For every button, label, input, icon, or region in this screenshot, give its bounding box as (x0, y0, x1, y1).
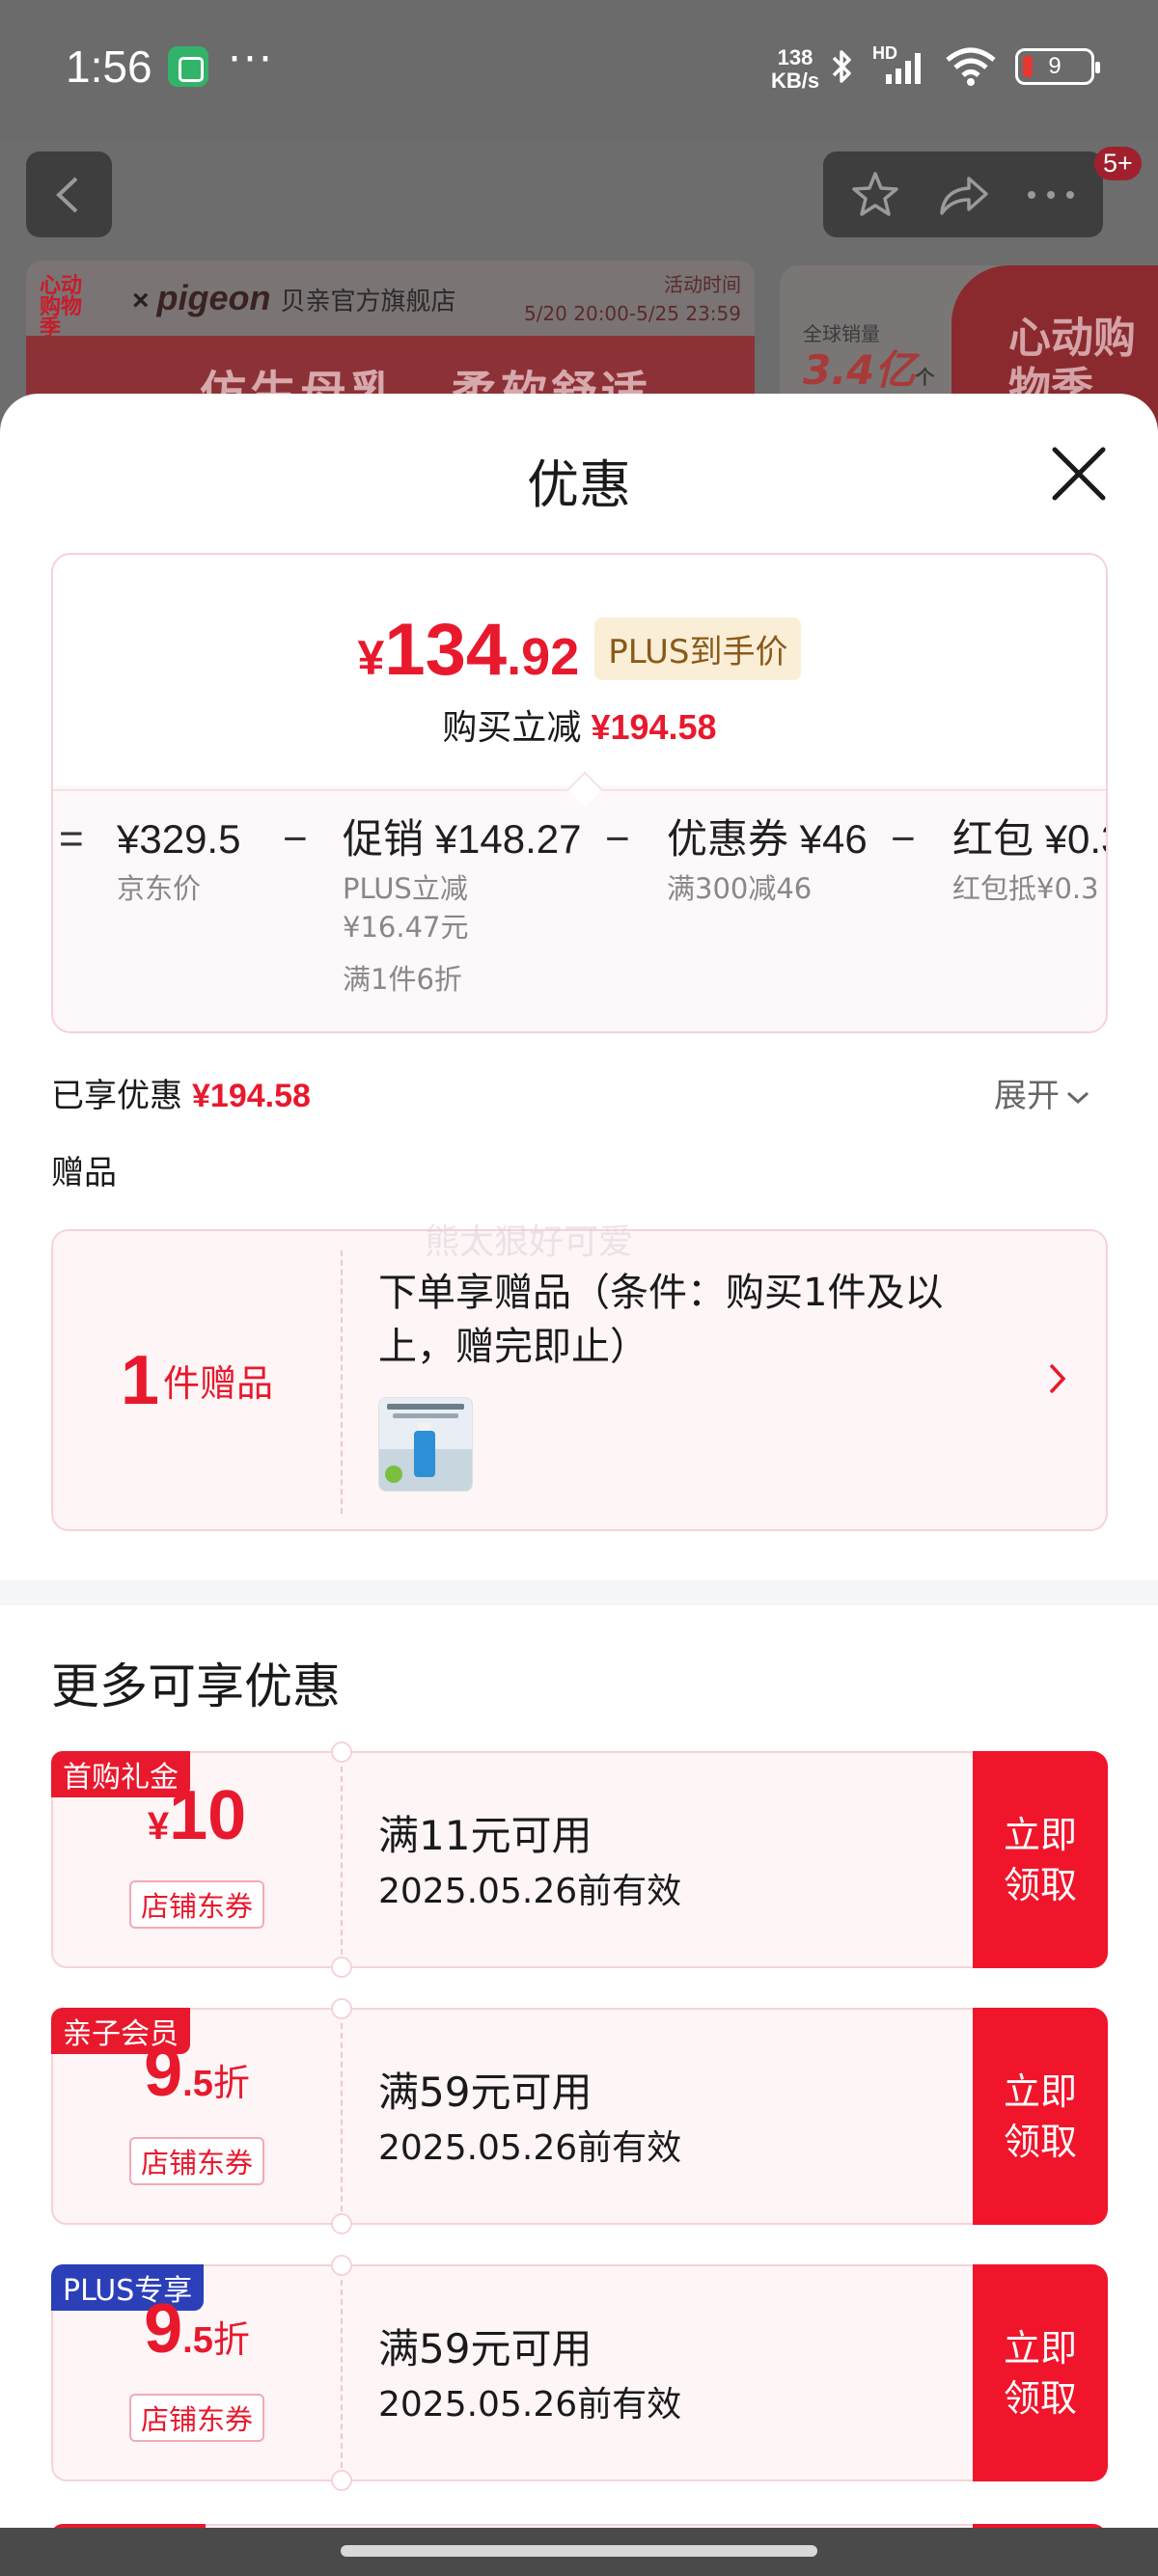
more-discounts-heading: 更多可享优惠 (51, 1658, 341, 1714)
top-actions (823, 151, 1103, 237)
status-icons: HD 9 (830, 42, 1100, 91)
chevron-down-icon (1066, 1091, 1089, 1104)
breakdown-item-coupon: 优惠券 ¥46 满300减46 (667, 816, 868, 905)
claim-coupon-button[interactable]: 立即领取 (973, 2264, 1108, 2481)
cart-badge: 5+ (1094, 147, 1142, 180)
gift-description: 下单享赠品（条件：购买1件及以上，赠完即止） (378, 1271, 944, 1369)
product-page-background: 5+ 心动购物季 × pigeon 贝亲官方旗舰店 活动时间 5/20 20:00… (0, 140, 1158, 458)
gifts-heading: 赠品 (51, 1154, 117, 1192)
enjoyed-discount: 已享优惠 ¥194.58 (51, 1077, 311, 1115)
instant-discount: 购买立减 ¥194.58 (442, 707, 717, 748)
final-price: ¥ 134 .92 PLUS到手价 (53, 608, 1106, 692)
coupon-value: 9.5折 店铺东券 (53, 2033, 341, 2185)
status-bar: 1:56 ··· 138 KB/s HD 9 (0, 0, 1158, 140)
expand-button[interactable]: 展开 (994, 1069, 1090, 1116)
close-icon (1052, 447, 1106, 501)
gift-card[interactable]: 1 件赠品 下单享赠品（条件：购买1件及以上，赠完即止） (51, 1229, 1108, 1531)
chevron-right-icon (1049, 1363, 1066, 1394)
coupon-value: ¥10 店铺东券 (53, 1776, 341, 1929)
coupon-expiry: 2025.05.26前有效 (378, 1872, 682, 1911)
coupon-type-badge: 店铺东券 (128, 2137, 264, 2185)
coupon-type-badge: 店铺东券 (128, 2394, 264, 2442)
minus-sign: − (283, 815, 308, 863)
breakdown-item-red-packet: 红包 ¥0.3 红包抵¥0.3 (952, 816, 1108, 905)
coupon-condition: 满11元可用 (378, 1812, 593, 1859)
claim-coupon-button[interactable]: 立即领取 (973, 2008, 1108, 2225)
coupon-type-badge: 店铺东券 (128, 1880, 264, 1929)
watermark: 熊太狠好可爱 (425, 1222, 634, 1262)
back-button[interactable] (26, 151, 112, 237)
sheet-title: 优惠 (527, 454, 631, 515)
share-icon[interactable] (934, 171, 992, 219)
app-notification-icon (168, 46, 208, 87)
price-breakdown[interactable]: = ¥329.5 京东价 − 促销 ¥148.27 PLUS立减 ¥16.47元… (53, 815, 1108, 1028)
coupon-card: 首购礼金 ¥10 店铺东券 满11元可用 2025.05.26前有效 立即领取 (51, 1741, 1108, 1978)
more-notifications-icon: ··· (228, 35, 274, 84)
plus-price-tag: PLUS到手价 (594, 617, 802, 680)
network-speed: 138 KB/s (770, 45, 820, 93)
breakdown-item-promotion: 促销 ¥148.27 PLUS立减 ¥16.47元 满1件6折 (343, 816, 582, 996)
price-card: ¥ 134 .92 PLUS到手价 购买立减 ¥194.58 = ¥329.5 京… (51, 553, 1108, 1033)
chevron-left-icon (56, 177, 78, 213)
minus-sign: − (605, 815, 630, 863)
coupon-expiry: 2025.05.26前有效 (378, 2128, 682, 2168)
close-button[interactable] (1047, 442, 1111, 506)
home-indicator[interactable] (341, 2545, 817, 2557)
star-icon[interactable] (848, 168, 902, 222)
claim-coupon-button[interactable]: 立即领取 (973, 1751, 1108, 1968)
gift-thumbnail[interactable] (378, 1397, 473, 1492)
campaign-logo: 心动购物季 (40, 274, 83, 341)
activity-time: 活动时间 5/20 20:00-5/25 23:59 (523, 273, 741, 325)
more-icon[interactable] (1024, 185, 1078, 205)
battery-icon: 9 (1015, 48, 1100, 85)
minus-sign: − (891, 815, 916, 863)
equals-sign: = (59, 815, 84, 863)
coupon-card: 亲子会员 9.5折 店铺东券 满59元可用 2025.05.26前有效 立即领取 (51, 1998, 1108, 2234)
gesture-nav-bar (0, 2528, 1158, 2576)
discount-sheet: 优惠 ¥ 134 .92 PLUS到手价 购买立减 ¥194.58 = ¥329.… (0, 394, 1158, 2576)
coupon-value: 9.5折 店铺东券 (53, 2289, 341, 2442)
status-time: 1:56 (66, 41, 152, 92)
coupon-condition: 满59元可用 (378, 2069, 593, 2116)
breakdown-item-list-price: ¥329.5 京东价 (117, 816, 241, 905)
bluetooth-icon (832, 50, 851, 83)
coupon-card: PLUS专享 9.5折 店铺东券 满59元可用 2025.05.26前有效 立即… (51, 2255, 1108, 2491)
store-brand: × pigeon 贝亲官方旗舰店 (132, 278, 456, 317)
signal-icon: HD (872, 43, 926, 86)
coupon-condition: 满59元可用 (378, 2325, 593, 2372)
gift-count: 1 件赠品 (120, 1341, 274, 1419)
coupon-expiry: 2025.05.26前有效 (378, 2385, 682, 2425)
wifi-icon (946, 47, 996, 86)
